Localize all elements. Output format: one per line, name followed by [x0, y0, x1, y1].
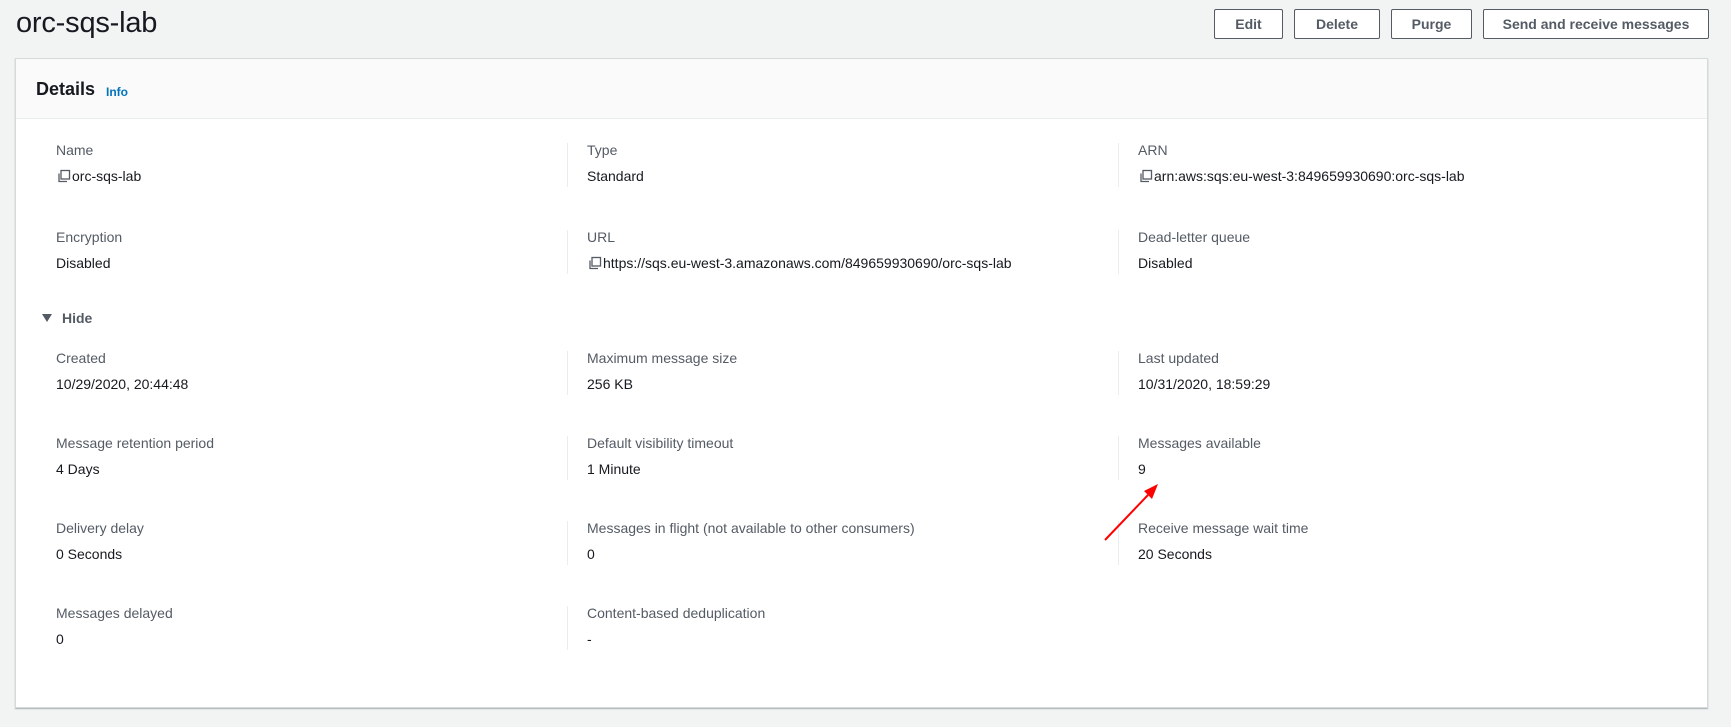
field-dead-letter-queue: Dead-letter queue Disabled — [1118, 228, 1669, 274]
field-value: 0 — [56, 631, 64, 647]
field-label: Maximum message size — [587, 350, 738, 366]
field-label: Receive message wait time — [1138, 520, 1309, 536]
field-label: Messages in flight (not available to oth… — [587, 520, 915, 536]
column-divider — [567, 521, 568, 565]
field-value: 9 — [1138, 461, 1146, 477]
field-value: 0 Seconds — [56, 546, 123, 562]
column-divider — [1118, 143, 1119, 187]
field-label: Messages delayed — [56, 605, 173, 621]
copy-icon[interactable] — [587, 255, 603, 271]
field-delivery-delay: Delivery delay 0 Seconds — [16, 519, 567, 565]
column-divider — [567, 606, 568, 650]
field-messages-in-flight: Messages in flight (not available to oth… — [567, 519, 1118, 565]
field-label: Default visibility timeout — [587, 435, 734, 451]
info-link[interactable]: Info — [106, 85, 128, 99]
copy-icon[interactable] — [1138, 168, 1154, 184]
purge-button[interactable]: Purge — [1391, 9, 1472, 39]
details-row-6: Messages delayed 0 Content-based dedupli… — [16, 604, 1707, 650]
details-row-2: Encryption Disabled URL https://sqs.eu-w… — [16, 228, 1707, 274]
field-value: arn:aws:sqs:eu-west-3:849659930690:orc-s… — [1154, 168, 1465, 184]
field-label: Delivery delay — [56, 520, 144, 536]
details-row-5: Delivery delay 0 Seconds Messages in fli… — [16, 519, 1707, 565]
field-maximum-message-size: Maximum message size 256 KB — [567, 349, 1118, 395]
field-value: 4 Days — [56, 461, 100, 477]
field-label: Content-based deduplication — [587, 605, 766, 621]
field-value: 0 — [587, 546, 595, 562]
field-label: Created — [56, 350, 106, 366]
field-label: Messages available — [1138, 435, 1261, 451]
column-divider — [567, 436, 568, 480]
field-value: 20 Seconds — [1138, 546, 1212, 562]
header-actions: Edit Delete Purge Send and receive messa… — [1214, 9, 1709, 39]
field-type: Type Standard — [567, 141, 1118, 187]
page-title: orc-sqs-lab — [16, 7, 158, 39]
hide-toggle[interactable]: Hide — [41, 310, 92, 326]
field-label: Message retention period — [56, 435, 214, 451]
details-row-1: Name orc-sqs-lab Type Standard ARN arn:a… — [16, 141, 1707, 187]
field-value: 10/29/2020, 20:44:48 — [56, 376, 189, 392]
field-created: Created 10/29/2020, 20:44:48 — [16, 349, 567, 395]
field-name: Name orc-sqs-lab — [16, 141, 567, 187]
field-receive-message-wait-time: Receive message wait time 20 Seconds — [1118, 519, 1669, 565]
field-last-updated: Last updated 10/31/2020, 18:59:29 — [1118, 349, 1669, 395]
field-arn: ARN arn:aws:sqs:eu-west-3:849659930690:o… — [1118, 141, 1669, 187]
caret-down-icon — [42, 314, 52, 322]
field-value: 1 Minute — [587, 461, 641, 477]
column-divider — [567, 230, 568, 274]
column-divider — [567, 351, 568, 395]
copy-icon[interactable] — [56, 168, 72, 184]
field-content-based-deduplication: Content-based deduplication - — [567, 604, 1118, 650]
field-value: Disabled — [56, 255, 111, 271]
hide-toggle-label: Hide — [62, 310, 93, 326]
details-title: Details — [36, 79, 96, 99]
column-divider — [1118, 436, 1119, 480]
field-label: Encryption — [56, 229, 123, 245]
field-message-retention-period: Message retention period 4 Days — [16, 434, 567, 480]
field-value: orc-sqs-lab — [72, 168, 142, 184]
empty-cell — [1118, 604, 1669, 650]
field-value: https://sqs.eu-west-3.amazonaws.com/8496… — [603, 255, 1012, 271]
details-panel-header: Details Info — [16, 59, 1707, 119]
column-divider — [567, 143, 568, 187]
page-header: orc-sqs-lab Edit Delete Purge Send and r… — [0, 0, 1731, 58]
details-row-3: Created 10/29/2020, 20:44:48 Maximum mes… — [16, 349, 1707, 395]
field-label: Dead-letter queue — [1138, 229, 1251, 245]
field-label: URL — [587, 229, 616, 245]
field-label: ARN — [1138, 142, 1168, 158]
field-value: Disabled — [1138, 255, 1193, 271]
field-label: Last updated — [1138, 350, 1219, 366]
column-divider — [1118, 521, 1119, 565]
field-label: Type — [587, 142, 618, 158]
field-default-visibility-timeout: Default visibility timeout 1 Minute — [567, 434, 1118, 480]
field-label: Name — [56, 142, 94, 158]
field-encryption: Encryption Disabled — [16, 228, 567, 274]
details-row-4: Message retention period 4 Days Default … — [16, 434, 1707, 480]
send-and-receive-button[interactable]: Send and receive messages — [1483, 9, 1709, 39]
column-divider — [1118, 351, 1119, 395]
delete-button[interactable]: Delete — [1294, 9, 1380, 39]
field-value: Standard — [587, 168, 644, 184]
field-value: - — [587, 631, 592, 647]
column-divider — [1118, 230, 1119, 274]
details-panel: Details Info Name orc-sqs-lab Type Stand… — [15, 58, 1708, 708]
field-messages-available: Messages available 9 — [1118, 434, 1669, 480]
field-value: 10/31/2020, 18:59:29 — [1138, 376, 1271, 392]
field-value: 256 KB — [587, 376, 633, 392]
field-url: URL https://sqs.eu-west-3.amazonaws.com/… — [567, 228, 1118, 274]
edit-button[interactable]: Edit — [1214, 9, 1283, 39]
field-messages-delayed: Messages delayed 0 — [16, 604, 567, 650]
